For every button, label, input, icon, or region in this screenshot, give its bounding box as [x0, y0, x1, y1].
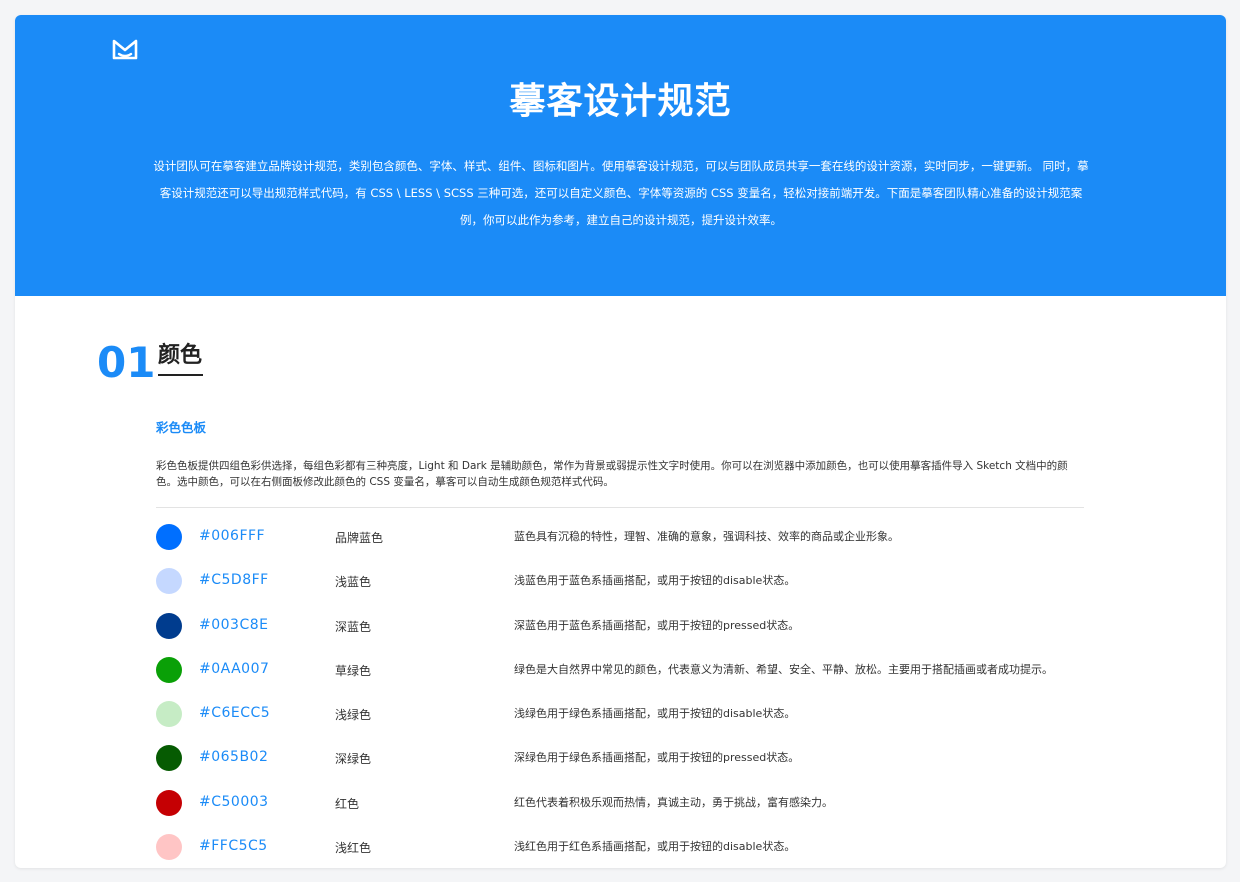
section-title-underline [158, 374, 203, 376]
palette-description: 彩色色板提供四组色彩供选择，每组色彩都有三种亮度，Light 和 Dark 是辅… [156, 460, 1068, 488]
color-description: 红色代表着积极乐观而热情，真诚主动，勇于挑战，富有感染力。 [514, 795, 833, 809]
color-description: 蓝色具有沉稳的特性，理智、准确的意象，强调科技、效率的商品或企业形象。 [514, 530, 899, 543]
color-row[interactable]: #003C8E 深蓝色 深蓝色用于蓝色系插画搭配，或用于按钮的pressed状态… [156, 603, 1116, 647]
color-description: 绿色是大自然界中常见的颜色，代表意义为清新、希望、安全、平静、放松。主要用于搭配… [514, 662, 1053, 676]
palette-title: 彩色色板 [156, 420, 207, 435]
color-swatch[interactable] [156, 656, 182, 683]
color-swatch[interactable] [156, 834, 182, 861]
color-swatch[interactable] [156, 701, 182, 728]
color-row[interactable]: #006FFF 品牌蓝色 蓝色具有沉稳的特性，理智、准确的意象，强调科技、效率的… [156, 514, 1116, 558]
color-hex[interactable]: #006FFF [199, 526, 265, 546]
color-swatch[interactable] [156, 568, 182, 595]
mockplus-logo-icon[interactable] [111, 38, 139, 60]
color-name: 深绿色 [335, 752, 372, 767]
color-name: 草绿色 [335, 663, 372, 678]
divider [156, 507, 1084, 508]
color-hex[interactable]: #065B02 [199, 747, 268, 767]
color-row[interactable]: #0AA007 草绿色 绿色是大自然界中常见的颜色，代表意义为清新、希望、安全、… [156, 647, 1116, 691]
color-name: 浅红色 [335, 841, 372, 856]
color-hex[interactable]: #C6ECC5 [199, 703, 270, 723]
color-description: 深蓝色用于蓝色系插画搭配，或用于按钮的pressed状态。 [514, 618, 800, 632]
section-number: 01 [97, 338, 156, 387]
color-hex[interactable]: #C50003 [199, 792, 269, 812]
color-name: 浅蓝色 [335, 575, 372, 590]
color-swatch[interactable] [156, 524, 182, 550]
color-row[interactable]: #C50003 红色 红色代表着积极乐观而热情，真诚主动，勇于挑战，富有感染力。 [156, 780, 1116, 824]
color-hex[interactable]: #FFC5C5 [199, 836, 268, 856]
color-description: 浅蓝色用于蓝色系插画搭配，或用于按钮的disable状态。 [514, 574, 796, 588]
color-description: 浅绿色用于绿色系插画搭配，或用于按钮的disable状态。 [514, 707, 796, 721]
color-name: 浅绿色 [335, 708, 372, 723]
color-description: 深绿色用于绿色系插画搭配，或用于按钮的pressed状态。 [514, 751, 800, 765]
page-title: 摹客设计规范 [509, 81, 732, 122]
color-row[interactable]: #065B02 深绿色 深绿色用于绿色系插画搭配，或用于按钮的pressed状态… [156, 735, 1116, 779]
color-swatch[interactable] [156, 789, 182, 816]
section-title: 颜色 [158, 343, 203, 368]
hero-description: 设计团队可在摹客建立品牌设计规范，类别包含颜色、字体、样式、组件、图标和图片。使… [153, 159, 1089, 227]
page-card: 摹客设计规范 设计团队可在摹客建立品牌设计规范，类别包含颜色、字体、样式、组件、… [15, 15, 1226, 868]
color-description: 浅红色用于红色系插画搭配，或用于按钮的disable状态。 [514, 840, 796, 854]
color-hex[interactable]: #0AA007 [199, 659, 269, 679]
color-name: 深蓝色 [335, 619, 372, 634]
color-name: 红色 [335, 796, 360, 811]
color-name: 品牌蓝色 [335, 531, 384, 545]
color-row[interactable]: #C6ECC5 浅绿色 浅绿色用于绿色系插画搭配，或用于按钮的disable状态… [156, 691, 1116, 735]
color-hex[interactable]: #003C8E [199, 615, 268, 635]
color-row[interactable]: #FFC5C5 浅红色 浅红色用于红色系插画搭配，或用于按钮的disable状态… [156, 824, 1116, 868]
color-list: #006FFF 品牌蓝色 蓝色具有沉稳的特性，理智、准确的意象，强调科技、效率的… [156, 514, 1116, 868]
color-swatch[interactable] [156, 612, 182, 639]
color-swatch[interactable] [156, 745, 182, 772]
color-row[interactable]: #C5D8FF 浅蓝色 浅蓝色用于蓝色系插画搭配，或用于按钮的disable状态… [156, 558, 1116, 602]
hero-banner: 摹客设计规范 设计团队可在摹客建立品牌设计规范，类别包含颜色、字体、样式、组件、… [15, 15, 1226, 296]
color-hex[interactable]: #C5D8FF [199, 570, 269, 590]
